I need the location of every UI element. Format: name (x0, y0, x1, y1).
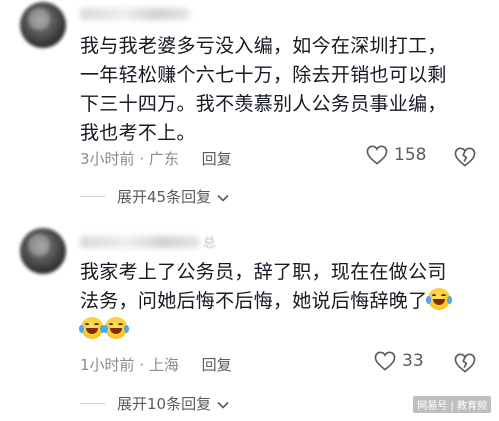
chevron-down-icon (211, 395, 229, 413)
comment-text: 我家考上了公务员，辞了职，现在在做公司 法务，问她后悔不后悔，她说后悔辞晚了 (79, 258, 480, 345)
chevron-down-icon (211, 188, 229, 206)
reply-button[interactable]: 回复 (202, 150, 232, 168)
username-blurred[interactable] (80, 8, 190, 20)
broken-heart-icon (454, 147, 476, 171)
comment-meta: 3小时前 · 广东 回复 (80, 150, 232, 168)
comment-line: 法务，问她后悔不后悔，她说后悔辞晚了 (80, 290, 428, 312)
dislike-button[interactable] (454, 353, 476, 377)
expand-replies-label: 展开45条回复 (117, 188, 212, 206)
comment-time: 1小时前 (80, 356, 135, 374)
like-count: 158 (394, 145, 427, 165)
heart-outline-icon (374, 351, 396, 371)
expand-replies-button[interactable]: 展开45条回复 (80, 186, 229, 207)
reply-button[interactable]: 回复 (202, 356, 232, 374)
like-button[interactable]: 33 (374, 351, 424, 371)
comment-text: 我与我老婆多亏没入编，如今在深圳打工， 一年轻松赚个六七十万，除去开销也可以剩 … (80, 32, 480, 148)
comment-line: 下三十四万。我不羡慕别人公务员事业编， (80, 93, 447, 115)
heart-outline-icon (366, 145, 388, 165)
comment-meta: 1小时前 · 上海 回复 (80, 356, 232, 374)
watermark: 网易号 | 教育频 (413, 396, 491, 413)
comment-time: 3小时前 (80, 150, 135, 168)
avatar[interactable] (20, 228, 66, 274)
username-blurred[interactable] (80, 236, 200, 248)
laughing-tears-emoji (79, 317, 105, 339)
laughing-tears-emoji (426, 288, 453, 310)
comment-line: 我与我老婆多亏没入编，如今在深圳打工， (80, 35, 447, 57)
avatar[interactable] (20, 2, 66, 48)
like-count: 33 (402, 351, 424, 371)
divider (80, 403, 105, 404)
broken-heart-icon (454, 353, 476, 377)
expand-replies-label: 展开10条回复 (117, 395, 212, 413)
laughing-tears-emoji (103, 317, 129, 339)
divider (80, 196, 105, 197)
username-suffix: 总 (203, 236, 217, 251)
like-button[interactable]: 158 (366, 145, 426, 165)
dislike-button[interactable] (454, 147, 476, 171)
expand-replies-button[interactable]: 展开10条回复 (80, 393, 229, 414)
comment-location: 广东 (148, 150, 179, 168)
comment-line: 我也考不上。 (80, 122, 196, 144)
comment-line: 一年轻松赚个六七十万，除去开销也可以剩 (80, 64, 447, 86)
comment-line: 我家考上了公务员，辞了职，现在在做公司 (80, 261, 447, 283)
comment-location: 上海 (148, 356, 179, 374)
